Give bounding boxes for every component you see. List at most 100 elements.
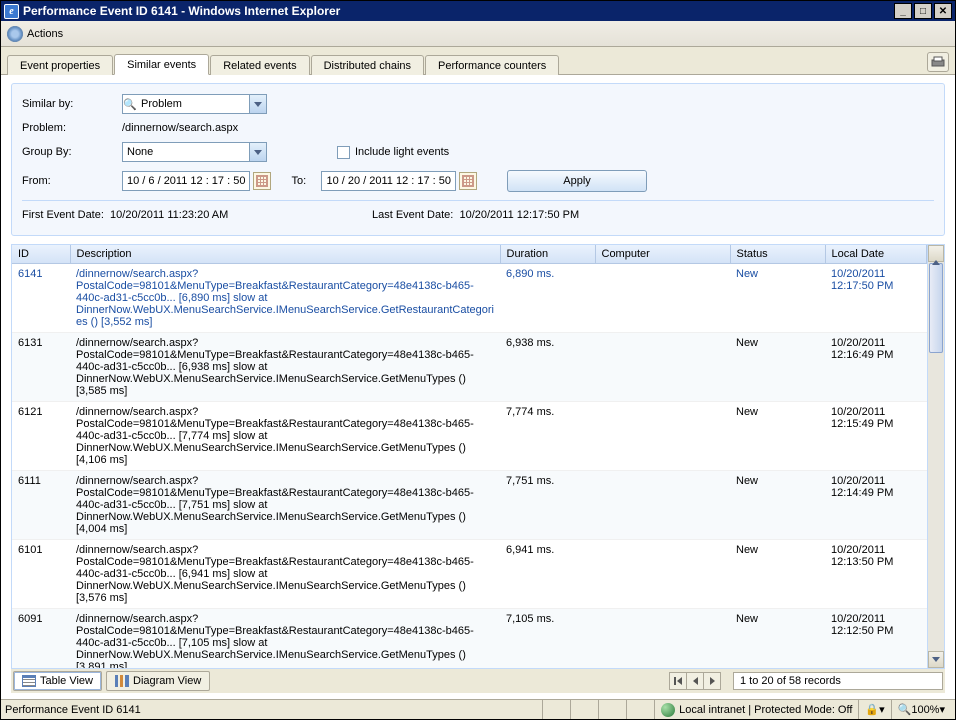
similar-by-combo[interactable]: 🔍 Problem [122, 94, 267, 114]
tabstrip: Event properties Similar events Related … [1, 47, 955, 75]
cell-description: /dinnernow/search.aspx?PostalCode=98101&… [70, 540, 500, 609]
search-icon: 🔍 [123, 98, 137, 111]
cell-date: 10/20/2011 12:12:50 PM [825, 609, 927, 669]
print-button[interactable] [927, 52, 949, 72]
cell-date: 10/20/2011 12:13:50 PM [825, 540, 927, 609]
tab-performance-counters[interactable]: Performance counters [425, 55, 559, 75]
page-first-button[interactable] [669, 672, 687, 690]
tab-related-events[interactable]: Related events [210, 55, 309, 75]
actions-icon [7, 26, 23, 42]
to-calendar-button[interactable] [459, 172, 477, 190]
cell-id: 6101 [12, 540, 70, 609]
last-event-value: 10/20/2011 12:17:50 PM [459, 209, 579, 221]
cell-status: New [730, 609, 825, 669]
table-view-button[interactable]: Table View [13, 671, 102, 691]
cell-computer [595, 471, 730, 540]
tab-distributed-chains[interactable]: Distributed chains [311, 55, 424, 75]
vertical-scrollbar[interactable] [927, 245, 944, 668]
cell-computer [595, 609, 730, 669]
page-prev-button[interactable] [686, 672, 704, 690]
page-next-button[interactable] [703, 672, 721, 690]
first-event-value: 10/20/2011 11:23:20 AM [110, 209, 228, 221]
tab-similar-events[interactable]: Similar events [114, 54, 209, 75]
table-row[interactable]: 6111/dinnernow/search.aspx?PostalCode=98… [12, 471, 927, 540]
zone-icon [661, 703, 675, 717]
results-grid: ID Description Duration Computer Status … [11, 244, 945, 669]
cell-duration: 7,751 ms. [500, 471, 595, 540]
cell-description: /dinnernow/search.aspx?PostalCode=98101&… [70, 402, 500, 471]
chevron-down-icon[interactable] [249, 95, 266, 113]
similar-by-value: Problem [137, 98, 249, 110]
ie-icon: e [4, 4, 19, 19]
cell-date: 10/20/2011 12:17:50 PM [825, 264, 927, 333]
group-by-label: Group By: [22, 146, 122, 158]
include-light-label: Include light events [355, 146, 449, 158]
group-by-combo[interactable]: None [122, 142, 267, 162]
cell-status: New [730, 402, 825, 471]
cell-date: 10/20/2011 12:16:49 PM [825, 333, 927, 402]
scroll-thumb[interactable] [929, 263, 943, 353]
actions-label[interactable]: Actions [27, 28, 63, 40]
cell-id: 6111 [12, 471, 70, 540]
from-calendar-button[interactable] [253, 172, 271, 190]
table-row[interactable]: 6121/dinnernow/search.aspx?PostalCode=98… [12, 402, 927, 471]
cell-computer [595, 264, 730, 333]
table-row[interactable]: 6141/dinnernow/search.aspx?PostalCode=98… [12, 264, 927, 333]
protected-mode-toggle[interactable]: 🔒▾ [858, 700, 890, 719]
maximize-button[interactable]: □ [914, 3, 932, 19]
cell-duration: 7,105 ms. [500, 609, 595, 669]
cell-date: 10/20/2011 12:15:49 PM [825, 402, 927, 471]
zoom-control[interactable]: 🔍 100% ▾ [891, 700, 951, 719]
table-icon [22, 675, 36, 687]
problem-label: Problem: [22, 122, 122, 134]
cell-description: /dinnernow/search.aspx?PostalCode=98101&… [70, 471, 500, 540]
minimize-button[interactable]: _ [894, 3, 912, 19]
filter-panel: Similar by: 🔍 Problem Problem: /dinnerno… [11, 83, 945, 236]
pager-text[interactable]: 1 to 20 of 58 records [733, 672, 943, 690]
problem-value: /dinnernow/search.aspx [122, 122, 238, 134]
cell-duration: 6,938 ms. [500, 333, 595, 402]
cell-computer [595, 333, 730, 402]
col-duration[interactable]: Duration [500, 245, 595, 264]
actions-bar: Actions [1, 21, 955, 47]
cell-description[interactable]: /dinnernow/search.aspx?PostalCode=98101&… [70, 264, 500, 333]
col-status[interactable]: Status [730, 245, 825, 264]
chevron-down-icon[interactable] [249, 143, 266, 161]
cell-id[interactable]: 6141 [12, 264, 70, 333]
apply-button[interactable]: Apply [507, 170, 647, 192]
to-datetime[interactable]: 10 / 20 / 2011 12 : 17 : 50 [321, 171, 456, 191]
scroll-down-button[interactable] [928, 651, 944, 668]
to-label: To: [291, 175, 321, 187]
window-title: Performance Event ID 6141 - Windows Inte… [23, 4, 340, 18]
cell-computer [595, 540, 730, 609]
statusbar: Performance Event ID 6141 Local intranet… [1, 699, 955, 719]
cell-description: /dinnernow/search.aspx?PostalCode=98101&… [70, 333, 500, 402]
table-row[interactable]: 6101/dinnernow/search.aspx?PostalCode=98… [12, 540, 927, 609]
titlebar: e Performance Event ID 6141 - Windows In… [1, 1, 955, 21]
last-event-label: Last Event Date: [372, 209, 453, 221]
cell-description: /dinnernow/search.aspx?PostalCode=98101&… [70, 609, 500, 669]
diagram-view-button[interactable]: Diagram View [106, 671, 210, 691]
cell-date: 10/20/2011 12:14:49 PM [825, 471, 927, 540]
table-row[interactable]: 6091/dinnernow/search.aspx?PostalCode=98… [12, 609, 927, 669]
col-computer[interactable]: Computer [595, 245, 730, 264]
first-event-label: First Event Date: [22, 209, 104, 221]
col-description[interactable]: Description [70, 245, 500, 264]
content-area: Similar by: 🔍 Problem Problem: /dinnerno… [1, 75, 955, 699]
include-light-checkbox[interactable] [337, 146, 350, 159]
col-id[interactable]: ID [12, 245, 70, 264]
scroll-up-button[interactable] [928, 245, 944, 262]
tab-event-properties[interactable]: Event properties [7, 55, 113, 75]
from-datetime[interactable]: 10 / 6 / 2011 12 : 17 : 50 [122, 171, 250, 191]
status-zone: Local intranet | Protected Mode: Off [679, 704, 852, 716]
cell-computer [595, 402, 730, 471]
cell-id: 6121 [12, 402, 70, 471]
cell-duration: 6,890 ms. [500, 264, 595, 333]
cell-status: New [730, 540, 825, 609]
table-row[interactable]: 6131/dinnernow/search.aspx?PostalCode=98… [12, 333, 927, 402]
group-by-value: None [123, 146, 249, 158]
cell-status: New [730, 264, 825, 333]
diagram-icon [115, 675, 129, 687]
close-button[interactable]: ✕ [934, 3, 952, 19]
col-local-date[interactable]: Local Date [825, 245, 927, 264]
